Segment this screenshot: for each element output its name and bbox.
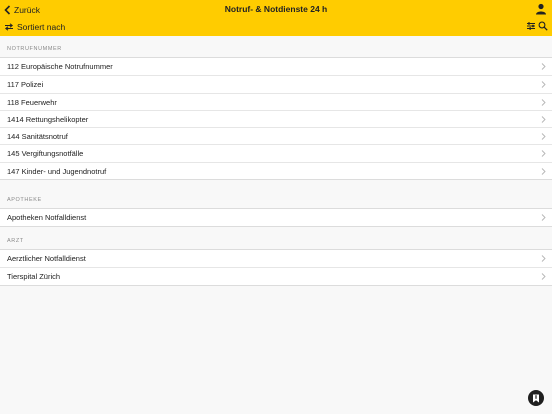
list-item-label: Tierspital Zürich bbox=[7, 272, 61, 282]
chevron-right-icon bbox=[541, 133, 546, 141]
sort-label: Sortiert nach bbox=[17, 22, 66, 32]
list-item-label: 1414 Rettungshelikopter bbox=[7, 114, 89, 124]
sort-arrows-icon bbox=[4, 23, 14, 31]
list-item-label: 117 Polizei bbox=[7, 80, 44, 90]
chevron-right-icon bbox=[541, 273, 546, 281]
list-item-label: 118 Feuerwehr bbox=[7, 97, 57, 107]
list-item[interactable]: 112 Europäische Notrufnummer bbox=[0, 58, 552, 75]
section-header-apotheke: APOTHEKE bbox=[7, 197, 42, 203]
list-item-label: Apotheken Notfalldienst bbox=[7, 213, 87, 222]
page-title: Notruf- & Notdienste 24 h bbox=[224, 4, 328, 14]
list-item-label: 112 Europäische Notrufnummer bbox=[7, 62, 113, 71]
section-header-arzt: ARZT bbox=[7, 238, 24, 244]
list-item[interactable]: Apotheken Notfalldienst bbox=[0, 209, 552, 226]
chevron-right-icon bbox=[541, 63, 546, 70]
search-icon[interactable] bbox=[538, 21, 548, 31]
sort-button[interactable]: Sortiert nach bbox=[4, 21, 65, 33]
list-item-label: 145 Vergiftungsnotfälle bbox=[7, 149, 84, 159]
chevron-right-icon bbox=[541, 150, 546, 158]
chevron-right-icon bbox=[541, 167, 546, 175]
list-item[interactable]: 144 Sanitätsnotruf bbox=[0, 127, 552, 144]
filter-sliders-icon[interactable] bbox=[526, 21, 536, 31]
list-arzt: Aerztlicher Notfalldienst Tierspital Zür… bbox=[0, 249, 552, 286]
chevron-right-icon bbox=[541, 81, 546, 89]
list-item[interactable]: Tierspital Zürich bbox=[0, 267, 552, 284]
list-item[interactable]: Aerztlicher Notfalldienst bbox=[0, 250, 552, 267]
list-apotheke: Apotheken Notfalldienst bbox=[0, 208, 552, 228]
list-notrufnummer: 112 Europäische Notrufnummer 117 Polizei… bbox=[0, 57, 552, 181]
user-icon[interactable] bbox=[535, 3, 547, 15]
list-item[interactable]: 147 Kinder- und Jugendnotruf bbox=[0, 161, 552, 179]
list-item-label: 144 Sanitätsnotruf bbox=[7, 132, 68, 142]
section-header-notrufnummer: NOTRUFNUMMER bbox=[7, 46, 62, 52]
list-item-label: Aerztlicher Notfalldienst bbox=[7, 254, 86, 263]
chevron-right-icon bbox=[541, 255, 546, 262]
list-item[interactable]: 117 Polizei bbox=[0, 75, 552, 92]
list-item[interactable]: 1414 Rettungshelikopter bbox=[0, 109, 552, 127]
list-item[interactable]: 118 Feuerwehr bbox=[0, 92, 552, 110]
list-item-label: 147 Kinder- und Jugendnotruf bbox=[7, 166, 107, 176]
chevron-right-icon bbox=[541, 214, 546, 221]
chevron-right-icon bbox=[541, 116, 546, 123]
list-item[interactable]: 145 Vergiftungsnotfälle bbox=[0, 144, 552, 161]
app-header: Zurück Notruf- & Notdienste 24 h Sortier… bbox=[0, 0, 552, 36]
floating-action-button[interactable] bbox=[528, 390, 544, 406]
chevron-right-icon bbox=[541, 98, 546, 106]
bookmark-icon bbox=[533, 394, 539, 402]
